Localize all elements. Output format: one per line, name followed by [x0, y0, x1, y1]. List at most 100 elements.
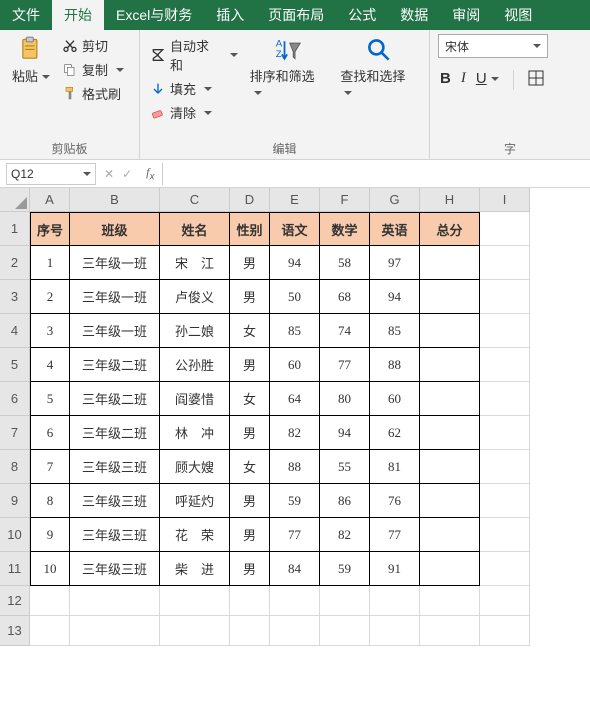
table-header[interactable]: 语文 [270, 212, 320, 246]
tab-file[interactable]: 文件 [0, 0, 52, 30]
cell[interactable] [160, 586, 230, 616]
cell[interactable] [420, 246, 480, 280]
bold-button[interactable]: B [440, 70, 451, 90]
cell[interactable]: 三年级三班 [70, 518, 160, 552]
cell[interactable]: 男 [230, 552, 270, 586]
row-header[interactable]: 6 [0, 382, 30, 416]
tab-home[interactable]: 开始 [52, 0, 104, 30]
select-all-corner[interactable] [0, 188, 30, 212]
col-header[interactable]: E [270, 188, 320, 212]
cell[interactable] [420, 616, 480, 646]
cell[interactable]: 86 [320, 484, 370, 518]
border-button[interactable] [528, 70, 544, 90]
cell[interactable] [270, 616, 320, 646]
sort-filter-button[interactable]: AZ 排序和筛选 [246, 34, 331, 102]
cell[interactable]: 58 [320, 246, 370, 280]
cell[interactable]: 三年级二班 [70, 416, 160, 450]
cell[interactable]: 82 [320, 518, 370, 552]
row-header[interactable]: 12 [0, 586, 30, 616]
col-header[interactable]: C [160, 188, 230, 212]
cell[interactable]: 公孙胜 [160, 348, 230, 382]
cell[interactable] [420, 314, 480, 348]
row-header[interactable]: 1 [0, 212, 30, 246]
cell[interactable]: 阎婆惜 [160, 382, 230, 416]
cell[interactable] [420, 382, 480, 416]
cell[interactable]: 3 [30, 314, 70, 348]
cell[interactable] [420, 450, 480, 484]
cell[interactable] [480, 416, 530, 450]
cell[interactable]: 孙二娘 [160, 314, 230, 348]
fx-icon[interactable]: fx [138, 165, 162, 182]
table-header[interactable]: 英语 [370, 212, 420, 246]
cell[interactable] [480, 246, 530, 280]
autosum-button[interactable]: 自动求和 [148, 34, 240, 76]
cell[interactable]: 85 [270, 314, 320, 348]
cell[interactable]: 女 [230, 314, 270, 348]
cell[interactable]: 80 [320, 382, 370, 416]
cell[interactable]: 男 [230, 518, 270, 552]
cell[interactable]: 94 [370, 280, 420, 314]
cell[interactable] [420, 280, 480, 314]
cell[interactable] [320, 616, 370, 646]
cell[interactable] [160, 616, 230, 646]
cell[interactable]: 三年级二班 [70, 348, 160, 382]
cell[interactable]: 男 [230, 246, 270, 280]
enter-icon[interactable]: ✓ [122, 167, 132, 181]
italic-button[interactable]: I [461, 70, 466, 90]
tab-review[interactable]: 审阅 [440, 0, 492, 30]
cell[interactable] [420, 348, 480, 382]
cell[interactable]: 三年级二班 [70, 382, 160, 416]
name-box[interactable]: Q12 [6, 163, 96, 185]
row-header[interactable]: 7 [0, 416, 30, 450]
cell[interactable] [420, 518, 480, 552]
cell[interactable] [480, 552, 530, 586]
row-header[interactable]: 13 [0, 616, 30, 646]
cell[interactable] [420, 416, 480, 450]
cell[interactable]: 85 [370, 314, 420, 348]
table-header[interactable]: 数学 [320, 212, 370, 246]
cell[interactable]: 50 [270, 280, 320, 314]
cell[interactable]: 84 [270, 552, 320, 586]
row-header[interactable]: 11 [0, 552, 30, 586]
format-painter-button[interactable]: 格式刷 [60, 82, 126, 105]
col-header[interactable]: H [420, 188, 480, 212]
tab-formula[interactable]: 公式 [336, 0, 388, 30]
cell[interactable]: 三年级三班 [70, 552, 160, 586]
cell[interactable] [420, 586, 480, 616]
cell[interactable]: 55 [320, 450, 370, 484]
formula-input[interactable] [162, 163, 590, 185]
cell[interactable]: 呼延灼 [160, 484, 230, 518]
cell[interactable]: 60 [270, 348, 320, 382]
cell[interactable]: 女 [230, 382, 270, 416]
cell[interactable] [370, 586, 420, 616]
table-header[interactable]: 序号 [30, 212, 70, 246]
cell[interactable]: 76 [370, 484, 420, 518]
cell[interactable]: 94 [270, 246, 320, 280]
cell[interactable] [480, 616, 530, 646]
cell[interactable]: 6 [30, 416, 70, 450]
cell[interactable] [30, 616, 70, 646]
cell[interactable]: 64 [270, 382, 320, 416]
row-header[interactable]: 4 [0, 314, 30, 348]
underline-button[interactable]: U [476, 70, 499, 90]
cancel-icon[interactable]: ✕ [104, 167, 114, 181]
cell[interactable]: 77 [270, 518, 320, 552]
cell[interactable]: 88 [270, 450, 320, 484]
cell[interactable]: 77 [320, 348, 370, 382]
cell[interactable]: 9 [30, 518, 70, 552]
copy-button[interactable]: 复制 [60, 58, 126, 81]
cell[interactable] [480, 382, 530, 416]
col-header[interactable]: I [480, 188, 530, 212]
row-header[interactable]: 8 [0, 450, 30, 484]
table-header[interactable]: 总分 [420, 212, 480, 246]
col-header[interactable]: B [70, 188, 160, 212]
cell[interactable]: 7 [30, 450, 70, 484]
cell[interactable]: 94 [320, 416, 370, 450]
cell[interactable]: 91 [370, 552, 420, 586]
clear-button[interactable]: 清除 [148, 101, 240, 124]
cell[interactable]: 62 [370, 416, 420, 450]
table-header[interactable]: 班级 [70, 212, 160, 246]
tab-layout[interactable]: 页面布局 [256, 0, 336, 30]
table-header[interactable]: 姓名 [160, 212, 230, 246]
col-header[interactable]: F [320, 188, 370, 212]
